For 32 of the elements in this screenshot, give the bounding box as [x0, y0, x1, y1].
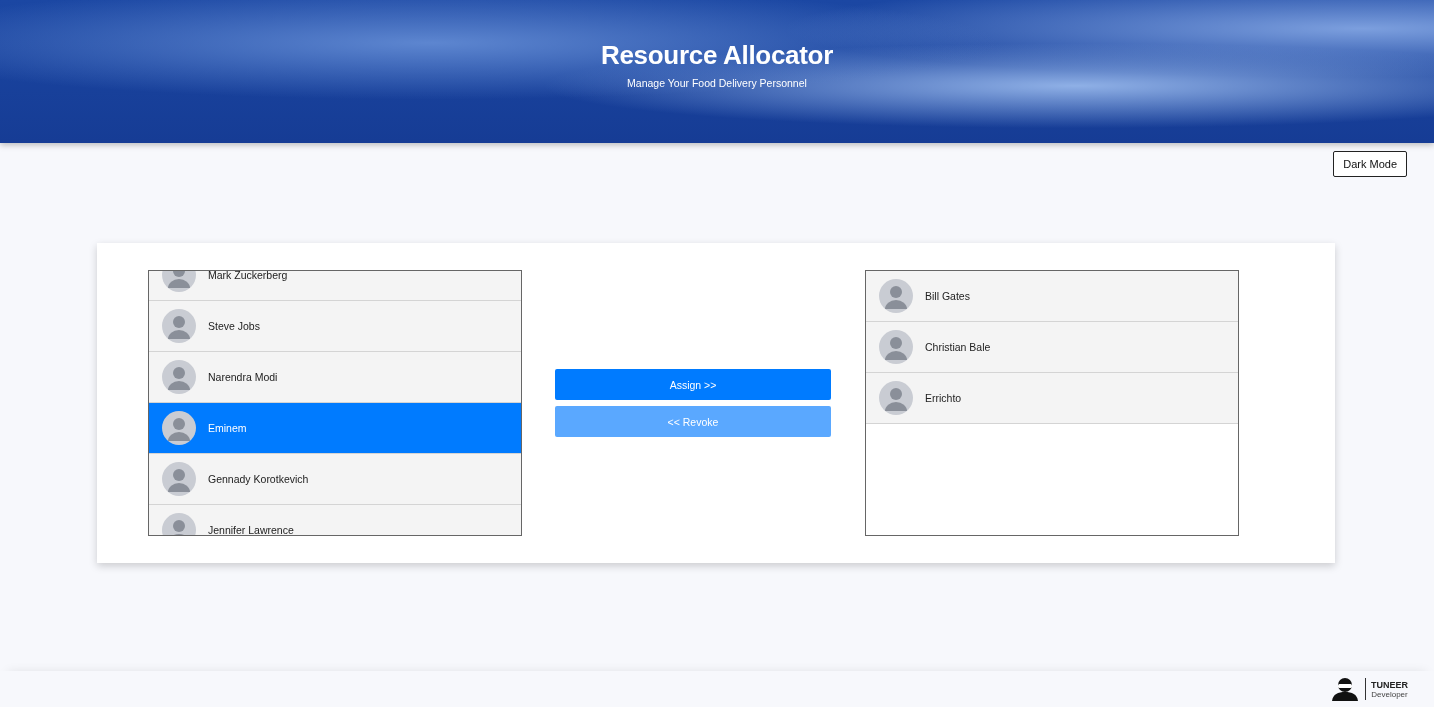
avatar-icon — [162, 462, 196, 496]
person-list-item[interactable]: Eminem — [149, 403, 521, 454]
person-list-item[interactable]: Narendra Modi — [149, 352, 521, 403]
person-list-item[interactable]: Errichto — [866, 373, 1238, 424]
assign-button[interactable]: Assign >> — [555, 369, 831, 400]
app-subtitle: Manage Your Food Delivery Personnel — [627, 77, 807, 89]
person-name: Eminem — [208, 422, 247, 434]
person-list-item[interactable]: Mark Zuckerberg — [149, 271, 521, 301]
person-name: Gennady Korotkevich — [208, 473, 309, 485]
person-list-item[interactable]: Jennifer Lawrence — [149, 505, 521, 535]
person-name: Jennifer Lawrence — [208, 524, 294, 535]
person-name: Errichto — [925, 392, 962, 404]
person-name: Bill Gates — [925, 290, 970, 302]
app-title: Resource Allocator — [600, 40, 833, 71]
avatar-icon — [879, 381, 913, 415]
person-list-item[interactable]: Christian Bale — [866, 322, 1238, 373]
brand-role: Developer — [1371, 689, 1408, 699]
person-name: Christian Bale — [925, 341, 991, 353]
person-name: Mark Zuckerberg — [208, 271, 288, 281]
dark-mode-button[interactable]: Dark Mode — [1333, 151, 1407, 177]
brand-name: TUNEER — [1371, 679, 1408, 690]
developer-avatar-icon — [1330, 677, 1360, 701]
person-list-item[interactable]: Bill Gates — [866, 271, 1238, 322]
avatar-icon — [879, 279, 913, 313]
person-name: Steve Jobs — [208, 320, 260, 332]
avatar-icon — [162, 360, 196, 394]
avatar-icon — [879, 330, 913, 364]
person-name: Narendra Modi — [208, 371, 278, 383]
person-list-item[interactable]: Steve Jobs — [149, 301, 521, 352]
person-list-item[interactable]: Gennady Korotkevich — [149, 454, 521, 505]
avatar-icon — [162, 411, 196, 445]
avatar-icon — [162, 309, 196, 343]
